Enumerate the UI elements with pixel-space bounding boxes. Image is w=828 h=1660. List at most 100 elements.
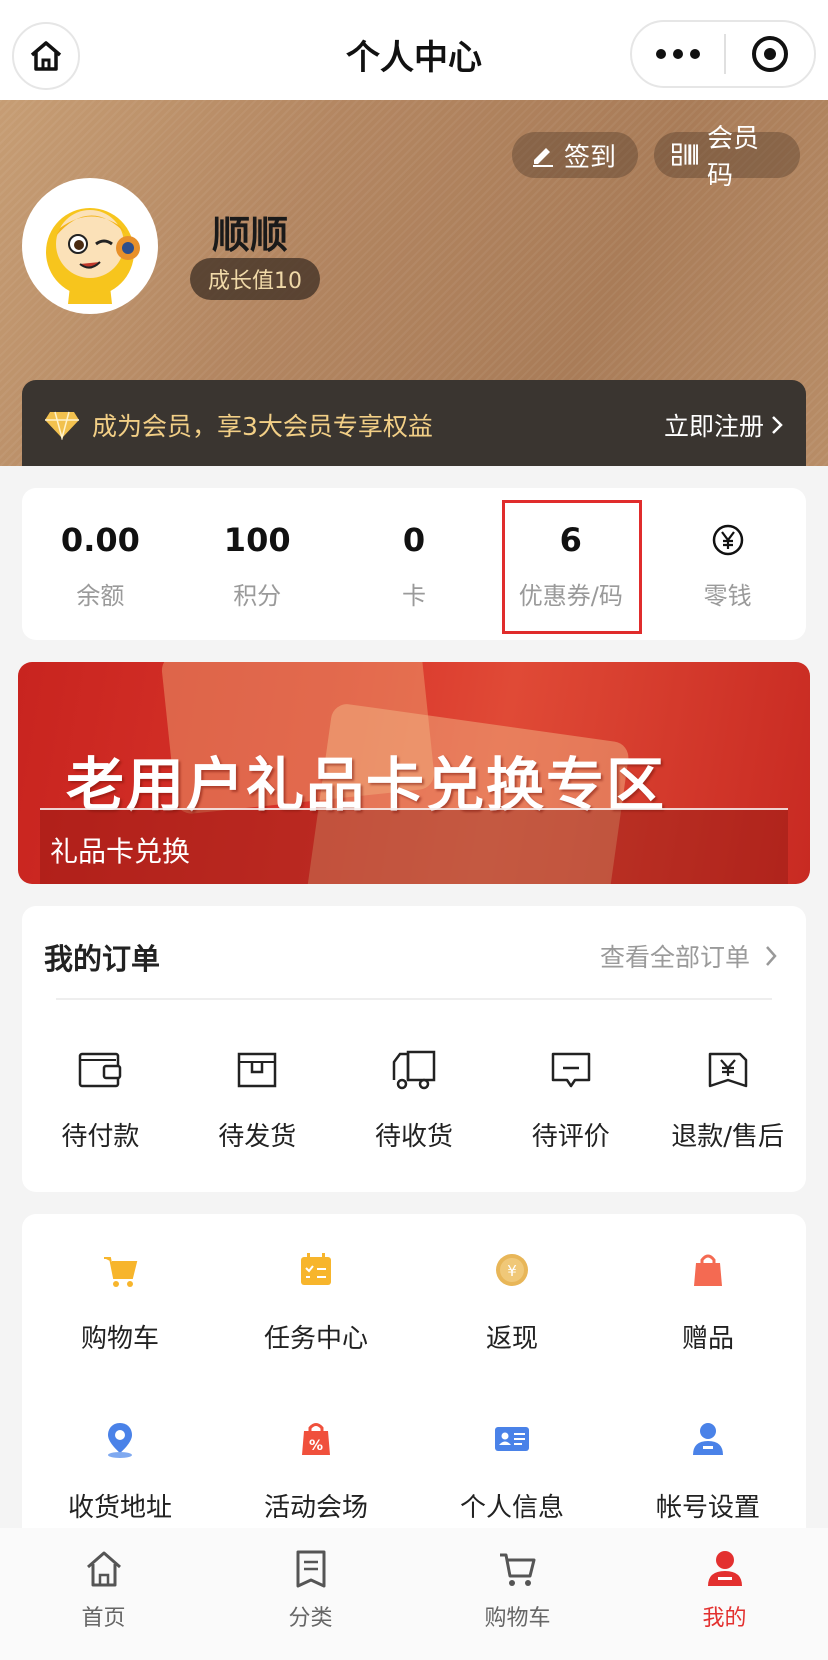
user-icon [707, 1551, 742, 1586]
id-card-icon [495, 1427, 529, 1451]
stat-label: 余额 [76, 582, 125, 610]
tab-mine[interactable]: 我的 [621, 1528, 828, 1660]
signin-label: 签到 [564, 142, 617, 173]
stat-value: 100 [223, 521, 291, 559]
signin-button[interactable]: 签到 [512, 132, 638, 178]
service-label: 收货地址 [67, 1493, 172, 1523]
chevron-right-icon [772, 416, 783, 434]
stat-balance[interactable]: 0.00 余额 [22, 488, 179, 640]
service-label: 活动会场 [263, 1493, 368, 1523]
stat-label: 积分 [233, 582, 282, 610]
tab-label: 购物车 [484, 1606, 551, 1631]
stat-points[interactable]: 100 积分 [179, 488, 336, 640]
svg-text:¥: ¥ [507, 1262, 517, 1280]
coin-icon: ¥ [496, 1254, 528, 1286]
register-link[interactable]: 立即注册 [664, 407, 784, 443]
tab-label: 分类 [288, 1606, 333, 1631]
view-all-orders-link[interactable]: 查看全部订单 [600, 938, 778, 974]
orders-title: 我的订单 [44, 942, 161, 976]
stat-change[interactable]: 零钱 [649, 488, 806, 640]
order-status-label: 待付款 [61, 1122, 140, 1152]
service-address[interactable]: 收货地址 [22, 1419, 218, 1524]
service-label: 购物车 [80, 1324, 159, 1354]
pen-icon [533, 148, 553, 167]
location-pin-icon [108, 1423, 132, 1458]
chevron-right-icon [766, 946, 777, 966]
service-task-center[interactable]: 任务中心 [218, 1250, 414, 1355]
username: 顺顺 [212, 213, 289, 257]
service-events[interactable]: % 活动会场 [218, 1419, 414, 1524]
cart-icon [499, 1553, 535, 1586]
mascot-avatar-icon [46, 208, 140, 304]
service-cashback[interactable]: ¥ 返现 [414, 1250, 610, 1355]
services-card: 购物车 任务中心 ¥ 返现 赠品 收货地址 % 活动会场 个人信息 帐号设置 [22, 1214, 806, 1554]
growth-value-badge[interactable]: 成长值10 [190, 258, 320, 300]
shopping-bag-icon [694, 1254, 722, 1286]
banner-caption: 礼品卡兑换 [50, 835, 191, 868]
home-icon [86, 1551, 121, 1587]
coupon-highlight-box [502, 500, 642, 634]
orders-card: 我的订单 查看全部订单 待付款 待发货 待收货 待评价 退款/售后 [22, 906, 806, 1192]
membership-message: 成为会员，享3大会员专享权益 [92, 412, 433, 441]
tab-label: 我的 [702, 1606, 747, 1631]
stat-value: 0.00 [60, 521, 140, 559]
service-label: 帐号设置 [655, 1493, 760, 1523]
bottom-tab-bar: 首页 分类 购物车 我的 [0, 1528, 828, 1660]
service-cart[interactable]: 购物车 [22, 1250, 218, 1355]
register-label: 立即注册 [663, 412, 764, 441]
tab-cart[interactable]: 购物车 [414, 1528, 621, 1660]
order-pending-payment[interactable]: 待付款 [22, 1046, 179, 1153]
barcode-icon [672, 143, 698, 166]
service-gifts[interactable]: 赠品 [610, 1250, 806, 1355]
service-account-settings[interactable]: 帐号设置 [610, 1419, 806, 1524]
more-button[interactable] [632, 22, 724, 86]
wallet-icon [79, 1052, 122, 1088]
diamond-icon [45, 411, 79, 440]
orders-divider [56, 998, 772, 1000]
truck-icon [392, 1050, 436, 1090]
service-label: 任务中心 [263, 1324, 368, 1354]
order-status-label: 待发货 [218, 1122, 297, 1152]
svg-text:%: % [309, 1438, 323, 1454]
service-label: 赠品 [681, 1324, 734, 1354]
mini-program-capsule [630, 20, 816, 88]
user-icon [693, 1423, 723, 1455]
yuan-icon [712, 524, 743, 556]
avatar[interactable] [22, 178, 158, 314]
stat-label: 卡 [401, 582, 426, 610]
member-code-button[interactable]: 会员码 [654, 124, 800, 191]
refund-icon [708, 1052, 747, 1088]
services-grid: 购物车 任务中心 ¥ 返现 赠品 收货地址 % 活动会场 个人信息 帐号设置 [22, 1250, 806, 1524]
list-document-icon [296, 1550, 325, 1588]
order-refund-aftersales[interactable]: 退款/售后 [649, 1046, 806, 1153]
order-pending-review[interactable]: 待评价 [492, 1046, 649, 1153]
membership-banner[interactable]: 成为会员，享3大会员专享权益 立即注册 [22, 380, 806, 466]
tab-label: 首页 [81, 1606, 126, 1631]
package-icon [237, 1052, 277, 1088]
cart-icon [104, 1257, 138, 1287]
view-all-orders-label: 查看全部订单 [599, 943, 750, 972]
order-status-label: 退款/售后 [671, 1122, 784, 1152]
gift-card-banner[interactable]: 老用户礼品卡兑换专区 礼品卡兑换 [18, 662, 810, 884]
task-calendar-icon [301, 1253, 331, 1285]
stat-label: 零钱 [703, 582, 752, 610]
wallet-stats: 0.00 余额 100 积分 0 卡 6 优惠券/码 零钱 [22, 488, 806, 640]
stat-cards[interactable]: 0 卡 [336, 488, 493, 640]
order-pending-shipment[interactable]: 待发货 [179, 1046, 336, 1153]
target-icon [752, 36, 788, 72]
tab-home[interactable]: 首页 [0, 1528, 207, 1660]
close-program-button[interactable] [726, 34, 814, 74]
profile-header: 签到 会员码 顺顺 成长值10 成为会员，享3大会员专享权益 立即注册 [0, 100, 828, 466]
order-status-label: 待评价 [531, 1122, 610, 1152]
top-bar: 个人中心 [0, 0, 828, 100]
service-label: 个人信息 [459, 1493, 564, 1523]
service-profile-info[interactable]: 个人信息 [414, 1419, 610, 1524]
discount-bag-icon: % [302, 1423, 330, 1455]
comment-icon [551, 1052, 591, 1088]
member-code-label: 会员码 [706, 124, 759, 191]
order-pending-receipt[interactable]: 待收货 [336, 1046, 493, 1153]
tab-category[interactable]: 分类 [207, 1528, 414, 1660]
stat-value [711, 520, 745, 560]
order-status-label: 待收货 [374, 1122, 453, 1152]
stat-value: 0 [402, 521, 426, 559]
